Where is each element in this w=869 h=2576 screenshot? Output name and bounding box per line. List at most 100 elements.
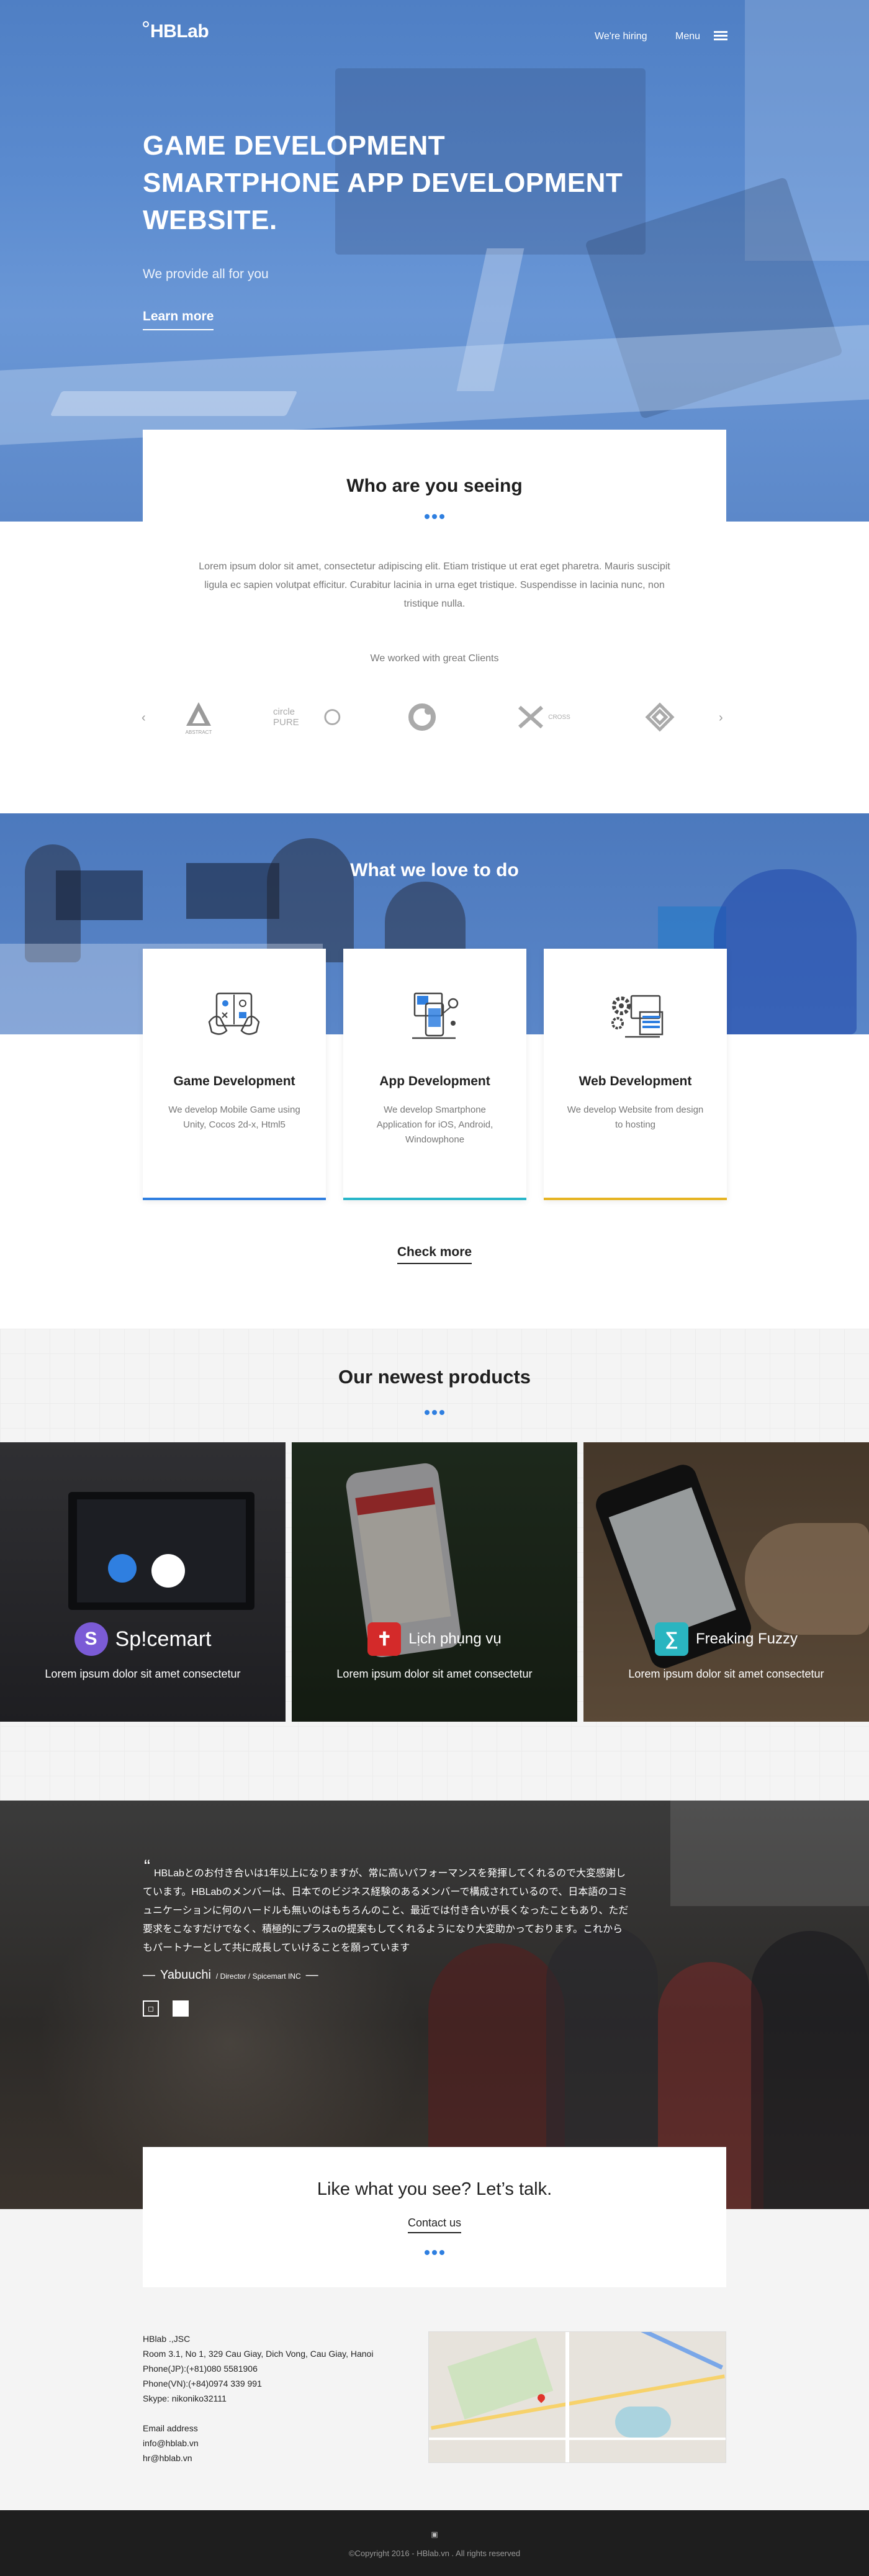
footer: ▣ ©Copyright 2016 - HBlab.vn . All right… (0, 2510, 869, 2576)
photo-person (751, 1931, 869, 2209)
product-card-lich-phung-vu[interactable]: ✝ Lịch phụng vụ Lorem ipsum dolor sit am… (292, 1442, 577, 1722)
product-name-row: ∑ Freaking Fuzzy (583, 1622, 869, 1656)
client-name: CROSS (548, 713, 570, 721)
site-logo[interactable]: HBLab (143, 21, 209, 42)
product-name: Sp!cemart (115, 1627, 212, 1651)
product-desc: Lorem ipsum dolor sit amet consectetur (628, 1668, 824, 1680)
ring-logo-icon (408, 703, 436, 731)
hero-keyboard (50, 391, 298, 416)
product-card-freaking-fuzzy[interactable]: ∑ Freaking Fuzzy Lorem ipsum dolor sit a… (583, 1442, 869, 1722)
product-name-row: ✝ Lịch phụng vụ (292, 1622, 577, 1656)
clients-title: We worked with great Clients (370, 653, 499, 664)
logo-mark-icon (143, 21, 149, 27)
service-accent-bar (544, 1198, 727, 1200)
map-road (631, 2332, 723, 2370)
service-desc: We develop Mobile Game using Unity, Coco… (168, 1105, 300, 1130)
product-card-spicemart[interactable]: S Sp!cemart Lorem ipsum dolor sit amet c… (0, 1442, 286, 1722)
map-road (565, 2332, 569, 2462)
service-desc: We develop Website from design to hostin… (567, 1105, 704, 1130)
email-label: Email address (143, 2423, 198, 2433)
testimonial-author: Yabuuchi (160, 1968, 211, 1982)
cross-badge-icon: ✝ (367, 1622, 402, 1656)
location-map[interactable] (428, 2331, 726, 2463)
service-title: Web Development (579, 1074, 692, 1088)
photo-person (714, 869, 857, 1034)
testimonial-prev-button[interactable]: ◻ (143, 2000, 159, 2017)
footer-copyright: ©Copyright 2016 - HBlab.vn . All rights … (348, 2549, 521, 2558)
product-link-icon[interactable] (108, 1554, 137, 1583)
address-block: HBlab .,JSC Room 3.1, No 1, 329 Cau Giay… (143, 2331, 373, 2465)
contact-title: Like what you see? Let’s talk. (317, 2179, 552, 2199)
nav-hiring-link[interactable]: We're hiring (595, 31, 647, 42)
circle-icon (324, 709, 341, 725)
company-name: HBlab .,JSC (143, 2334, 191, 2344)
learn-more-button[interactable]: Learn more (143, 309, 214, 330)
hero-headline-2: SMARTPHONE APP DEVELOPMENT (143, 168, 623, 198)
client-logo-diamond[interactable] (632, 695, 688, 739)
service-accent-bar (343, 1198, 526, 1200)
dash-icon: — (305, 1968, 318, 1982)
testimonial-next-button[interactable] (173, 2000, 189, 2017)
who-title: Who are you seeing (346, 476, 523, 496)
footer-logo-icon: ▣ (431, 2530, 438, 2539)
triangle-a-icon (186, 702, 211, 726)
contact-us-button[interactable]: Contact us (407, 2217, 462, 2233)
service-desc: We develop Smartphone Application for iO… (376, 1105, 493, 1145)
clients-next-arrow-icon[interactable]: › (719, 711, 723, 725)
map-lake (615, 2407, 671, 2438)
service-card-web[interactable]: Web Development We develop Website from … (544, 949, 727, 1200)
hero-headline-1: GAME DEVELOPMENT (143, 130, 446, 161)
menu-icon[interactable] (714, 31, 727, 41)
products-dots-icon (0, 1410, 869, 1415)
testimonial-role: / Director / Spicemart INC (215, 1972, 301, 1981)
love-title: What we love to do (350, 860, 519, 880)
product-desc: Lorem ipsum dolor sit amet consectetur (336, 1668, 533, 1680)
testimonial-author-row: — Yabuuchi / Director / Spicemart INC — (143, 1968, 318, 1982)
product-zoom-icon[interactable] (151, 1554, 185, 1588)
service-accent-bar (143, 1198, 326, 1200)
product-name-row: S Sp!cemart (0, 1622, 286, 1656)
who-card: Who are you seeing (143, 430, 726, 523)
email-hr-link[interactable]: hr@hblab.vn (143, 2451, 373, 2465)
contact-card: Like what you see? Let’s talk. Contact u… (143, 2147, 726, 2287)
service-card-app[interactable]: App Development We develop Smartphone Ap… (343, 949, 526, 1200)
skype-id: Skype: nikoniko32111 (143, 2393, 227, 2403)
contact-dots-icon (143, 2250, 726, 2255)
client-name: ABSTRACT (185, 729, 212, 735)
product-name: Lịch phụng vụ (408, 1630, 502, 1647)
hero-headline-3: WEBSITE. (143, 205, 277, 235)
sigma-badge-icon: ∑ (654, 1622, 688, 1656)
map-road (429, 2438, 726, 2440)
product-desc: Lorem ipsum dolor sit amet consectetur (45, 1668, 241, 1680)
cross-icon (518, 705, 544, 729)
testimonial-quote: HBLabとのお付き合いは1年以上になりますが、常に高いパフォーマンスを発揮して… (143, 1868, 629, 1953)
dash-icon: — (143, 1968, 155, 1982)
spicemart-logo-icon: S (74, 1622, 108, 1656)
hero-desk (0, 325, 869, 445)
hero-subtitle: We provide all for you (143, 267, 269, 281)
client-logo-abstract[interactable]: ABSTRACT (177, 695, 220, 739)
service-card-game[interactable]: Game Development We develop Mobile Game … (143, 949, 326, 1200)
client-logo-cross[interactable]: CROSS (509, 695, 577, 739)
address-line: Room 3.1, No 1, 329 Cau Giay, Dich Vong,… (143, 2349, 374, 2359)
photo-window (670, 1801, 869, 1906)
check-more-button[interactable]: Check more (397, 1245, 472, 1264)
email-info-link[interactable]: info@hblab.vn (143, 2436, 373, 2451)
client-name: circle PURE (273, 707, 299, 728)
service-title: Game Development (173, 1074, 295, 1088)
client-logo-circle-pure[interactable]: circle PURE (273, 695, 341, 739)
products-title: Our newest products (338, 1366, 531, 1388)
client-logo-ring[interactable] (400, 695, 444, 739)
phone-vn: Phone(VN):(+84)0974 339 991 (143, 2379, 262, 2388)
contact-us-wrap: Contact us (143, 2217, 726, 2233)
product-name: Freaking Fuzzy (695, 1630, 798, 1647)
smartphone-icon (412, 992, 459, 1039)
who-dots-icon (143, 514, 726, 519)
nav-menu-link[interactable]: Menu (675, 31, 700, 42)
gamepad-icon (208, 992, 260, 1035)
check-more-wrap: Check more (0, 1245, 869, 1264)
browser-gear-icon (611, 995, 664, 1038)
hero-monitor-image (335, 68, 646, 255)
clients-prev-arrow-icon[interactable]: ‹ (142, 711, 146, 725)
